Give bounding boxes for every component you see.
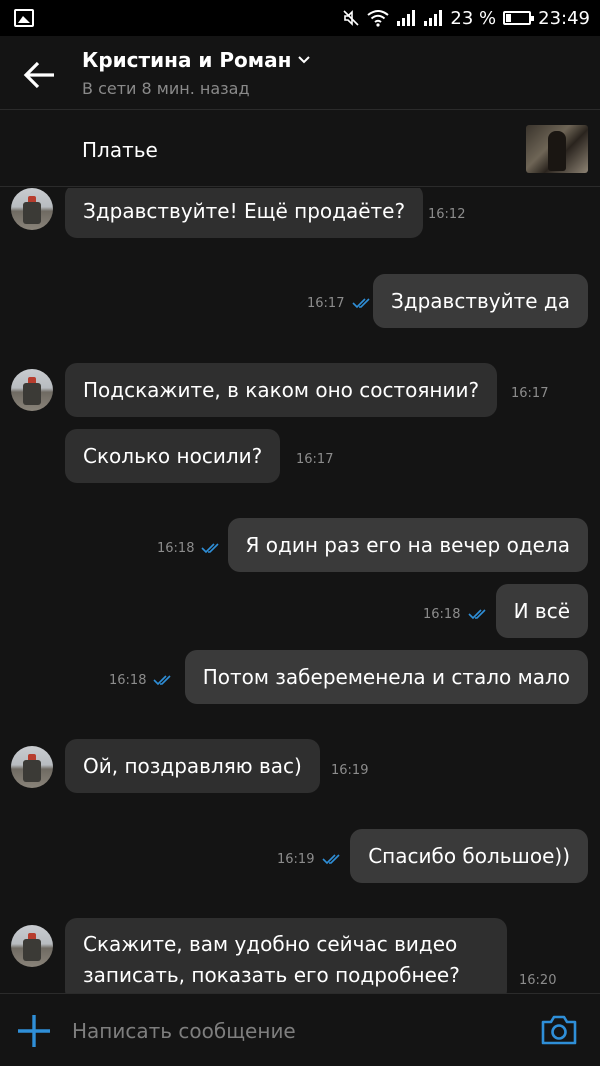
message-input[interactable]: [72, 1012, 512, 1050]
message-bubble[interactable]: Здравствуйте да: [372, 274, 588, 328]
message-bubble[interactable]: Скажите, вам удобно сейчас видео записат…: [65, 918, 507, 993]
message-time: 16:18: [423, 607, 461, 622]
signal-2-icon: [424, 10, 443, 26]
message-list[interactable]: Здравствуйте! Ещё продаёте? 16:12 16:17 …: [0, 188, 600, 993]
battery-icon: [503, 11, 535, 25]
back-arrow-icon[interactable]: [22, 58, 58, 92]
status-bar: 23 % 23:49: [0, 0, 600, 36]
composer-bar: [0, 993, 600, 1066]
battery-percent: 23 %: [450, 7, 497, 29]
read-ticks-icon: [153, 675, 171, 686]
product-bar[interactable]: Платье: [0, 111, 600, 187]
clock: 23:49: [538, 7, 590, 29]
avatar[interactable]: [11, 925, 53, 967]
product-name: Платье: [82, 138, 158, 162]
read-ticks-icon: [322, 854, 340, 865]
online-status: В сети 8 мин. назад: [82, 79, 250, 98]
message-time: 16:19: [277, 852, 315, 867]
message-bubble[interactable]: Здравствуйте! Ещё продаёте?: [65, 188, 424, 238]
product-thumbnail[interactable]: [526, 125, 588, 173]
message-time: 16:17: [511, 386, 549, 401]
message-time: 16:19: [331, 763, 369, 778]
chat-title-row[interactable]: Кристина и Роман: [82, 48, 311, 72]
signal-1-icon: [397, 10, 416, 26]
wifi-icon: [367, 10, 390, 27]
message-bubble[interactable]: Потом забеременела и стало мало: [184, 650, 588, 704]
chat-header: Кристина и Роман В сети 8 мин. назад: [0, 36, 600, 110]
read-ticks-icon: [201, 543, 219, 554]
avatar[interactable]: [11, 188, 53, 230]
message-bubble[interactable]: Спасибо большое)): [350, 829, 588, 883]
avatar[interactable]: [11, 369, 53, 411]
image-notification-icon: [14, 9, 34, 27]
chat-title: Кристина и Роман: [82, 48, 292, 72]
camera-icon[interactable]: [540, 1014, 578, 1046]
plus-icon[interactable]: [16, 1013, 52, 1049]
message-bubble[interactable]: И всё: [495, 584, 588, 638]
message-time: 16:12: [428, 207, 466, 222]
message-time: 16:18: [157, 541, 195, 556]
read-ticks-icon: [352, 298, 370, 309]
status-icons: 23 % 23:49: [342, 0, 590, 36]
avatar[interactable]: [11, 746, 53, 788]
message-bubble[interactable]: Сколько носили?: [65, 429, 281, 483]
mute-icon: [343, 10, 359, 26]
message-time: 16:17: [307, 296, 345, 311]
chevron-down-icon: [298, 56, 311, 64]
message-time: 16:17: [296, 452, 334, 467]
message-bubble[interactable]: Подскажите, в каком оно состоянии?: [65, 363, 498, 417]
read-ticks-icon: [468, 609, 486, 620]
message-bubble[interactable]: Ой, поздравляю вас): [65, 739, 320, 793]
message-time: 16:18: [109, 673, 147, 688]
message-bubble[interactable]: Я один раз его на вечер одела: [227, 518, 588, 572]
message-time: 16:20: [519, 973, 557, 988]
